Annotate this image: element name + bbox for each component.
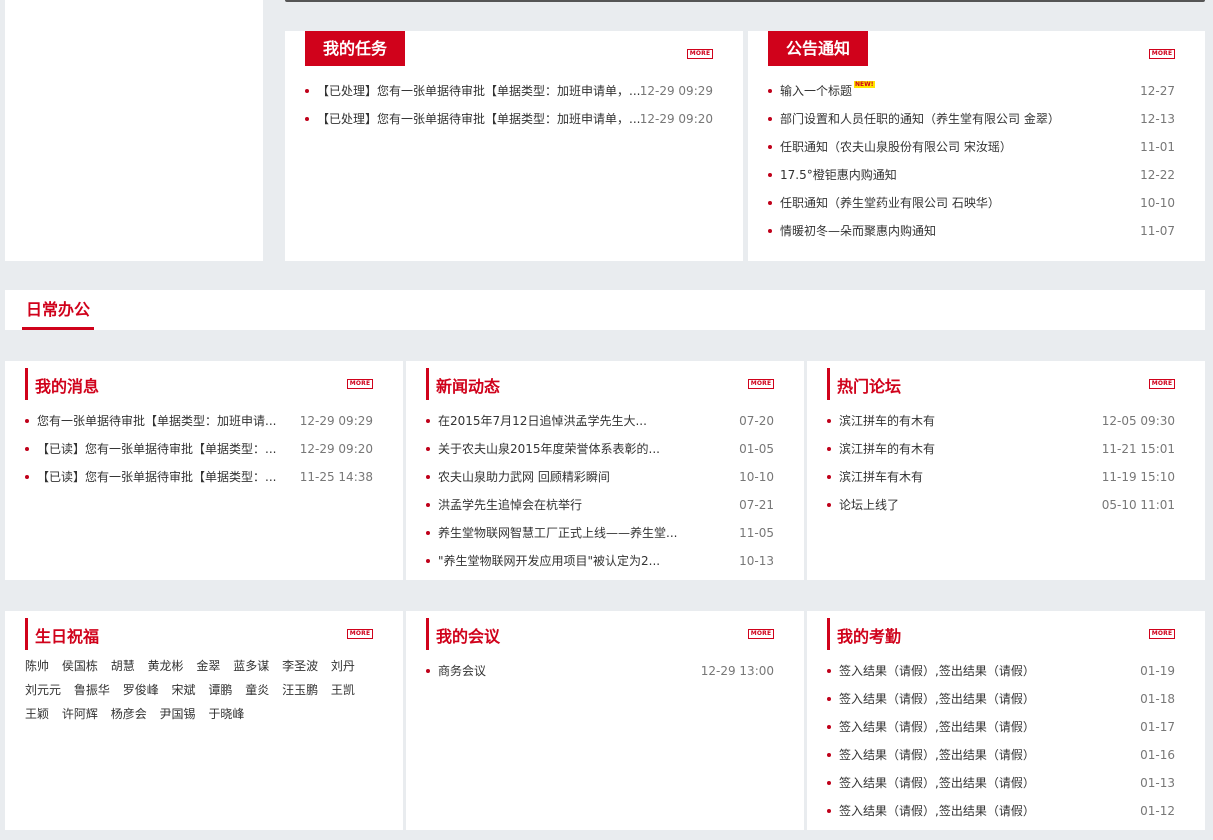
list-item[interactable]: 农夫山泉助力武网 回顾精彩瞬间 10-10 — [426, 463, 774, 491]
list-item[interactable]: 签入结果（请假）,签出结果（请假） 01-12 — [827, 797, 1175, 825]
birthday-name[interactable]: 杨彦会 — [111, 702, 147, 726]
daily-office-header: 日常办公 — [5, 290, 1205, 330]
list-item[interactable]: 您有一张单据待审批【单据类型：加班申请... 12-29 09:29 — [25, 407, 373, 435]
list-item[interactable]: 任职通知（养生堂药业有限公司 石映华） 10-10 — [768, 189, 1175, 217]
list-item[interactable]: 滨江拼车的有木有 11-21 15:01 — [827, 435, 1175, 463]
forum-panel: 热门论坛 MORE 滨江拼车的有木有 12-05 09:30 滨江拼车的有木有 11… — [807, 361, 1205, 580]
list-item[interactable]: 在2015年7月12日追悼洪孟学先生大... 07-20 — [426, 407, 774, 435]
list-item[interactable]: 签入结果（请假）,签出结果（请假） 01-19 — [827, 657, 1175, 685]
top-banner-edge — [285, 0, 1205, 2]
my-messages-panel: 我的消息 MORE 您有一张单据待审批【单据类型：加班申请... 12-29 09… — [5, 361, 403, 580]
attendance-panel: 我的考勤 MORE 签入结果（请假）,签出结果（请假） 01-19 签入结果（请假… — [807, 611, 1205, 830]
attendance-list: 签入结果（请假）,签出结果（请假） 01-19 签入结果（请假）,签出结果（请假）… — [827, 657, 1175, 825]
forum-title: 热门论坛 — [827, 368, 901, 400]
birthday-name[interactable]: 童炎 — [245, 678, 269, 702]
my-messages-more-button[interactable]: MORE — [347, 379, 373, 389]
notices-list: 输入一个标题 NEW! 12-27 部门设置和人员任职的通知（养生堂有限公司 金翠）… — [768, 77, 1175, 245]
list-item[interactable]: 【已读】您有一张单据待审批【单据类型：... 11-25 14:38 — [25, 463, 373, 491]
birthday-name[interactable]: 李圣波 — [282, 654, 318, 678]
left-profile-panel — [5, 0, 263, 261]
list-item[interactable]: 滨江拼车的有木有 12-05 09:30 — [827, 407, 1175, 435]
birthday-name[interactable]: 王凯 — [331, 678, 355, 702]
list-item[interactable]: 签入结果（请假）,签出结果（请假） 01-16 — [827, 741, 1175, 769]
list-item[interactable]: 【已处理】您有一张单据待审批【单据类型：加班申请单，... 12-29 09:29 — [305, 77, 713, 105]
meetings-more-button[interactable]: MORE — [748, 629, 774, 639]
birthday-name[interactable]: 罗俊峰 — [123, 678, 159, 702]
attendance-title: 我的考勤 — [827, 618, 901, 650]
notices-panel: 公告通知 MORE 输入一个标题 NEW! 12-27 部门设置和人员任职的通知（养… — [748, 31, 1205, 261]
my-tasks-more-button[interactable]: MORE — [687, 49, 713, 59]
birthday-name[interactable]: 尹国锡 — [160, 702, 196, 726]
list-item[interactable]: 【已处理】您有一张单据待审批【单据类型：加班申请单，... 12-29 09:20 — [305, 105, 713, 133]
news-more-button[interactable]: MORE — [748, 379, 774, 389]
news-panel: 新闻动态 MORE 在2015年7月12日追悼洪孟学先生大... 07-20 关于… — [406, 361, 804, 580]
list-item[interactable]: 17.5°橙钜惠内购通知 12-22 — [768, 161, 1175, 189]
my-messages-list: 您有一张单据待审批【单据类型：加班申请... 12-29 09:29 【已读】您有… — [25, 407, 373, 491]
birthday-name[interactable]: 谭鹏 — [208, 678, 232, 702]
birthday-name[interactable]: 侯国栋 — [62, 654, 98, 678]
my-tasks-list: 【已处理】您有一张单据待审批【单据类型：加班申请单，... 12-29 09:29… — [305, 77, 713, 133]
list-item[interactable]: 洪孟学先生追悼会在杭举行 07-21 — [426, 491, 774, 519]
my-messages-title: 我的消息 — [25, 368, 99, 400]
list-item[interactable]: 论坛上线了 05-10 11:01 — [827, 491, 1175, 519]
meetings-list: 商务会议 12-29 13:00 — [426, 657, 774, 685]
list-item[interactable]: 关于农夫山泉2015年度荣誉体系表彰的... 01-05 — [426, 435, 774, 463]
list-item[interactable]: 签入结果（请假）,签出结果（请假） 01-17 — [827, 713, 1175, 741]
list-item[interactable]: 商务会议 12-29 13:00 — [426, 657, 774, 685]
birthday-name-list: 陈帅 侯国栋 胡慧 黄龙彬 金翠 蓝多谋 李圣波 刘丹 刘元元 鲁振华 罗俊峰 … — [25, 654, 395, 726]
news-list: 在2015年7月12日追悼洪孟学先生大... 07-20 关于农夫山泉2015年度… — [426, 407, 774, 575]
list-item[interactable]: 签入结果（请假）,签出结果（请假） 01-18 — [827, 685, 1175, 713]
list-item[interactable]: 养生堂物联网智慧工厂正式上线——养生堂... 11-05 — [426, 519, 774, 547]
daily-office-tab[interactable]: 日常办公 — [22, 290, 95, 330]
list-item[interactable]: "养生堂物联网开发应用项目"被认定为2... 10-13 — [426, 547, 774, 575]
meetings-panel: 我的会议 MORE 商务会议 12-29 13:00 — [406, 611, 804, 830]
news-title: 新闻动态 — [426, 368, 500, 400]
birthday-title: 生日祝福 — [25, 618, 99, 650]
list-item[interactable]: 部门设置和人员任职的通知（养生堂有限公司 金翠） 12-13 — [768, 105, 1175, 133]
birthday-name[interactable]: 刘丹 — [331, 654, 355, 678]
birthday-more-button[interactable]: MORE — [347, 629, 373, 639]
meetings-title: 我的会议 — [426, 618, 500, 650]
birthday-name[interactable]: 于晓峰 — [208, 702, 244, 726]
birthday-name[interactable]: 黄龙彬 — [148, 654, 184, 678]
forum-list: 滨江拼车的有木有 12-05 09:30 滨江拼车的有木有 11-21 15:01 … — [827, 407, 1175, 519]
list-item[interactable]: 【已读】您有一张单据待审批【单据类型：... 12-29 09:20 — [25, 435, 373, 463]
birthday-name[interactable]: 许阿辉 — [62, 702, 98, 726]
list-item[interactable]: 签入结果（请假）,签出结果（请假） 01-13 — [827, 769, 1175, 797]
attendance-more-button[interactable]: MORE — [1149, 629, 1175, 639]
notices-title: 公告通知 — [768, 31, 869, 66]
birthday-name[interactable]: 蓝多谋 — [233, 654, 269, 678]
list-item[interactable]: 滨江拼车有木有 11-19 15:10 — [827, 463, 1175, 491]
birthday-name[interactable]: 金翠 — [196, 654, 220, 678]
birthday-name[interactable]: 刘元元 — [25, 678, 61, 702]
list-item[interactable]: 情暖初冬—朵而聚惠内购通知 11-07 — [768, 217, 1175, 245]
birthday-name[interactable]: 胡慧 — [111, 654, 135, 678]
new-badge: NEW! — [854, 81, 875, 88]
my-tasks-panel: 我的任务 MORE 【已处理】您有一张单据待审批【单据类型：加班申请单，... 1… — [285, 31, 743, 261]
birthday-name[interactable]: 宋斌 — [172, 678, 196, 702]
forum-more-button[interactable]: MORE — [1149, 379, 1175, 389]
list-item[interactable]: 输入一个标题 NEW! 12-27 — [768, 77, 1175, 105]
notices-more-button[interactable]: MORE — [1149, 49, 1175, 59]
my-tasks-title: 我的任务 — [305, 31, 406, 66]
birthday-name[interactable]: 王颖 — [25, 702, 49, 726]
birthday-name[interactable]: 陈帅 — [25, 654, 49, 678]
birthday-name[interactable]: 汪玉鹏 — [282, 678, 318, 702]
birthday-panel: 生日祝福 MORE 陈帅 侯国栋 胡慧 黄龙彬 金翠 蓝多谋 李圣波 刘丹 刘元… — [5, 611, 403, 830]
birthday-name[interactable]: 鲁振华 — [74, 678, 110, 702]
list-item[interactable]: 任职通知（农夫山泉股份有限公司 宋汝瑶） 11-01 — [768, 133, 1175, 161]
